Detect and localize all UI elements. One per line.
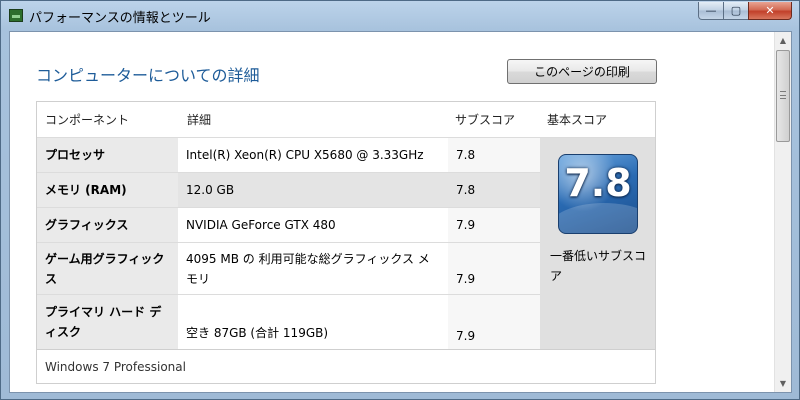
row-name: グラフィックス — [37, 208, 178, 242]
os-edition: Windows 7 Professional — [37, 349, 655, 383]
base-score-panel: 7.8 一番低いサブスコア — [540, 137, 655, 349]
performance-app-icon — [9, 9, 23, 22]
row-name: メモリ (RAM) — [37, 173, 178, 207]
maximize-button[interactable]: ▢ — [723, 2, 749, 20]
row-detail: 12.0 GB — [178, 173, 448, 207]
row-subscore: 7.9 — [448, 243, 540, 294]
row-detail: 4095 MB の 利用可能な総グラフィックス メモリ — [178, 243, 448, 294]
table-row-primary-disk: プライマリ ハード ディスク 空き 87GB (合計 119GB) 7.9 — [37, 294, 540, 349]
table-row-processor: プロセッサ Intel(R) Xeon(R) CPU X5680 @ 3.33G… — [37, 137, 540, 172]
base-score-badge-icon: 7.8 — [558, 154, 638, 234]
minimize-button[interactable]: — — [698, 2, 724, 20]
row-detail: NVIDIA GeForce GTX 480 — [178, 208, 448, 242]
content-area: コンピューターについての詳細 このページの印刷 コンポーネント 詳細 サブスコア… — [9, 31, 792, 393]
row-detail: 空き 87GB (合計 119GB) — [178, 295, 448, 349]
scroll-up-arrow-icon[interactable]: ▲ — [775, 32, 791, 49]
header-basescore: 基本スコア — [547, 113, 608, 127]
print-page-button[interactable]: このページの印刷 — [507, 59, 657, 84]
grip-icon — [780, 91, 786, 99]
scroll-thumb[interactable] — [776, 50, 790, 142]
base-score-caption: 一番低いサブスコア — [550, 249, 647, 283]
table-row-gaming-graphics: ゲーム用グラフィックス 4095 MB の 利用可能な総グラフィックス メモリ … — [37, 242, 540, 294]
header-detail: 詳細 — [187, 113, 212, 127]
table-row-memory: メモリ (RAM) 12.0 GB 7.8 — [37, 172, 540, 207]
row-subscore: 7.9 — [448, 208, 540, 242]
app-window: パフォーマンスの情報とツール — ▢ ✕ コンピューターについての詳細 このペー… — [0, 0, 800, 400]
header-subscore: サブスコア — [455, 113, 516, 127]
row-name: プロセッサ — [37, 138, 178, 172]
details-table: コンポーネント 詳細 サブスコア 基本スコア プロセッサ Intel(R) Xe… — [36, 101, 656, 384]
row-subscore: 7.9 — [448, 295, 540, 349]
row-detail: Intel(R) Xeon(R) CPU X5680 @ 3.33GHz — [178, 138, 448, 172]
table-row-graphics: グラフィックス NVIDIA GeForce GTX 480 7.9 — [37, 207, 540, 242]
row-subscore: 7.8 — [448, 173, 540, 207]
header-component: コンポーネント — [45, 113, 130, 127]
base-score-value: 7.8 — [564, 161, 632, 205]
title-bar[interactable]: パフォーマンスの情報とツール — ▢ ✕ — [1, 1, 799, 31]
row-subscore: 7.8 — [448, 138, 540, 172]
row-name: プライマリ ハード ディスク — [37, 295, 178, 349]
close-button[interactable]: ✕ — [748, 2, 792, 20]
vertical-scrollbar[interactable]: ▲ ▼ — [774, 32, 791, 392]
page-title: コンピューターについての詳細 — [36, 66, 260, 85]
window-title: パフォーマンスの情報とツール — [29, 11, 211, 26]
scroll-down-arrow-icon[interactable]: ▼ — [775, 375, 791, 392]
row-name: ゲーム用グラフィックス — [37, 243, 178, 294]
